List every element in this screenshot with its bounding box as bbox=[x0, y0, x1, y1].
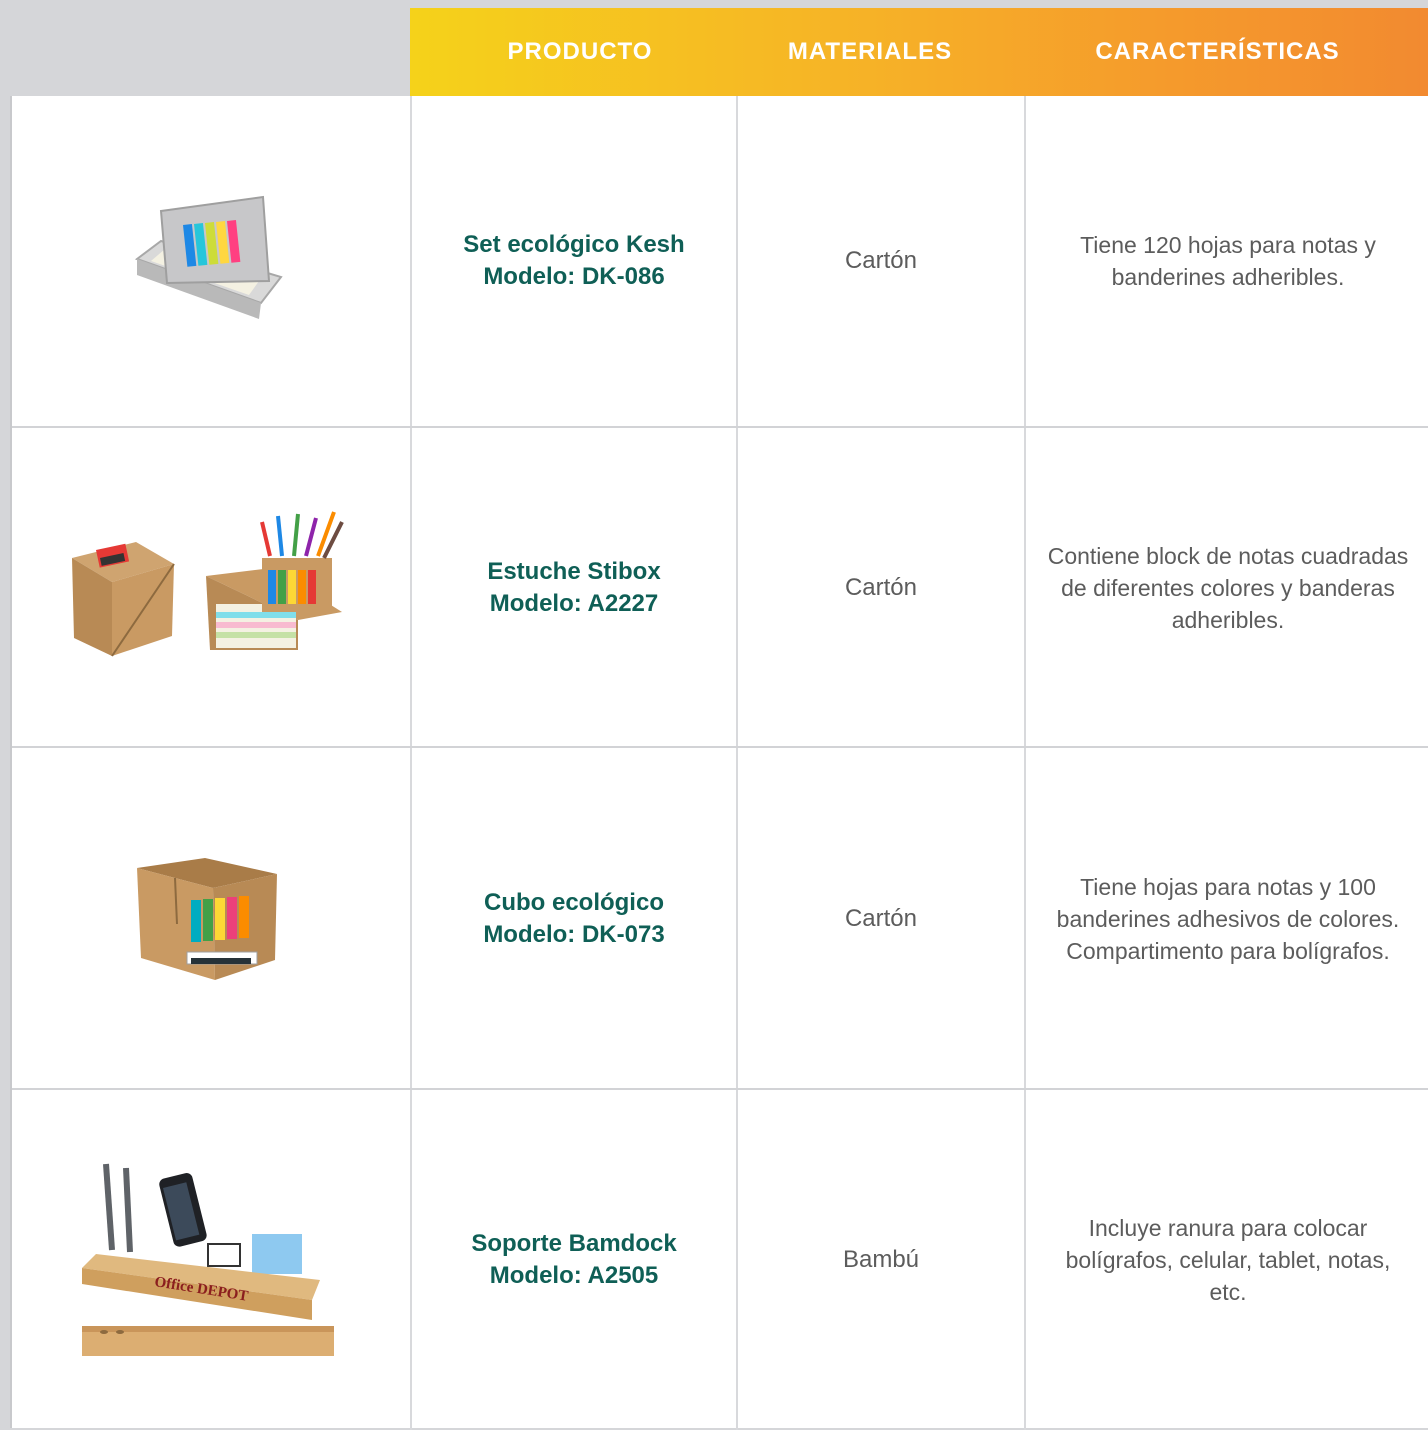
description-line: banderines adhesivos de colores. bbox=[1056, 906, 1400, 932]
description-cell: Tiene hojas para notas y 100 banderines … bbox=[1026, 748, 1428, 1090]
cardboard-box-organizer-icon bbox=[72, 511, 344, 657]
description-line: etc. bbox=[1209, 1279, 1247, 1305]
header-producto: PRODUCTO bbox=[507, 38, 653, 65]
product-model: Modelo: A2505 bbox=[489, 1262, 659, 1289]
product-image-cell: Office DEPOT bbox=[12, 1090, 410, 1430]
cardboard-cube-organizer-icon bbox=[137, 858, 277, 980]
product-name: Soporte Bamdock bbox=[471, 1230, 677, 1257]
table-row: Cubo ecológico Modelo: DK-073 Cartón Tie… bbox=[12, 746, 1428, 1090]
product-image-cell bbox=[12, 748, 410, 1090]
product-image-cell bbox=[12, 428, 410, 748]
material-text: Cartón bbox=[844, 574, 918, 601]
description-line: banderines adheribles. bbox=[1111, 264, 1345, 290]
product-model: Modelo: DK-086 bbox=[483, 263, 665, 290]
product-image-cell bbox=[12, 96, 410, 426]
material-text: Cartón bbox=[844, 905, 918, 932]
material-cell: Cartón bbox=[738, 748, 1024, 1090]
description-line: Incluye ranura para colocar bbox=[1088, 1215, 1368, 1241]
description-line: adheribles. bbox=[1171, 607, 1285, 633]
product-name: Set ecológico Kesh bbox=[463, 231, 685, 258]
material-cell: Bambú bbox=[738, 1090, 1024, 1430]
table-row: Estuche Stibox Modelo: A2227 Cartón Cont… bbox=[12, 426, 1428, 748]
product-model: Modelo: A2227 bbox=[489, 590, 659, 617]
material-cell: Cartón bbox=[738, 428, 1024, 748]
material-text: Bambú bbox=[842, 1246, 920, 1273]
product-name-cell: Cubo ecológico Modelo: DK-073 bbox=[412, 748, 736, 1090]
sticky-notes-holder-icon bbox=[134, 195, 283, 319]
products-table: Set ecológico Kesh Modelo: DK-086 Cartón… bbox=[10, 96, 1428, 1430]
product-name: Cubo ecológico bbox=[483, 889, 664, 916]
description-line: Tiene hojas para notas y 100 bbox=[1080, 874, 1376, 900]
bamboo-desk-stand-icon: Office DEPOT bbox=[82, 1163, 334, 1356]
material-text: Cartón bbox=[844, 247, 918, 274]
header-materiales: MATERIALES bbox=[787, 38, 953, 65]
material-cell: Cartón bbox=[738, 96, 1024, 426]
description-line: Tiene 120 hojas para notas y bbox=[1080, 232, 1376, 258]
description-cell: Tiene 120 hojas para notas y banderines … bbox=[1026, 96, 1428, 426]
product-model: Modelo: DK-073 bbox=[483, 921, 665, 948]
description-cell: Contiene block de notas cuadradas de dif… bbox=[1026, 428, 1428, 748]
description-line: Compartimento para bolígrafos. bbox=[1066, 938, 1390, 964]
description-cell: Incluye ranura para colocar bolígrafos, … bbox=[1026, 1090, 1428, 1430]
description-line: de diferentes colores y banderas bbox=[1061, 575, 1395, 601]
header-caracteristicas: CARACTERÍSTICAS bbox=[1095, 38, 1340, 65]
description-line: Contiene block de notas cuadradas bbox=[1047, 543, 1409, 569]
product-name-cell: Set ecológico Kesh Modelo: DK-086 bbox=[412, 96, 736, 426]
product-name-cell: Soporte Bamdock Modelo: A2505 bbox=[412, 1090, 736, 1430]
table-row: Set ecológico Kesh Modelo: DK-086 Cartón… bbox=[12, 96, 1428, 426]
product-name: Estuche Stibox bbox=[487, 558, 661, 585]
product-name-cell: Estuche Stibox Modelo: A2227 bbox=[412, 428, 736, 748]
description-line: bolígrafos, celular, tablet, notas, bbox=[1065, 1247, 1391, 1273]
table-header: PRODUCTO MATERIALES CARACTERÍSTICAS bbox=[410, 8, 1428, 96]
table-row: Office DEPOT Soporte Bamdock Modelo: A25… bbox=[12, 1088, 1428, 1430]
